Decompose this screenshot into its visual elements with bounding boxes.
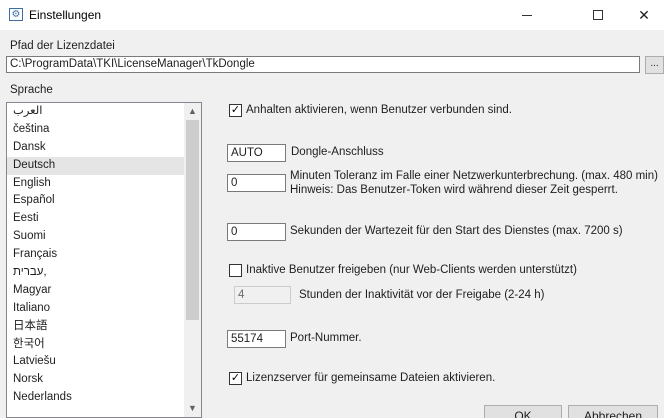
close-button[interactable]: ✕ (624, 0, 664, 30)
language-scrollbar[interactable]: ▲ ▼ (184, 103, 201, 417)
shared-files-server-label: Lizenzserver für gemeinsame Dateien akti… (246, 372, 496, 384)
minimize-icon (522, 14, 532, 16)
language-list-item[interactable]: עברית, (7, 264, 201, 282)
license-path-input[interactable]: C:\ProgramData\TKI\LicenseManager\TkDong… (6, 56, 640, 73)
language-list-item[interactable]: Italiano (7, 300, 201, 318)
language-list-item[interactable]: العرب (7, 103, 201, 121)
maximize-icon (593, 10, 603, 20)
minimize-button[interactable] (504, 0, 550, 30)
port-field[interactable]: 55174 (227, 330, 286, 348)
scroll-down-icon[interactable]: ▼ (184, 400, 201, 417)
language-list-item[interactable]: Français (7, 246, 201, 264)
checkmark-icon: ✓ (230, 104, 241, 116)
language-list-item[interactable]: čeština (7, 121, 201, 139)
browse-button[interactable]: ... (645, 56, 664, 74)
language-list[interactable]: العرب čeština Dansk Deutsch English Español Ee… (6, 102, 202, 418)
service-wait-field[interactable]: 0 (227, 223, 286, 241)
cancel-button[interactable]: Abbrechen (568, 405, 658, 418)
language-list-item[interactable]: Magyar (7, 282, 201, 300)
title-bar: ⚙ Einstellungen ✕ (0, 0, 664, 30)
release-inactive-label: Inaktive Benutzer freigeben (nur Web-Cli… (246, 264, 577, 276)
scroll-thumb[interactable] (186, 120, 199, 320)
language-label: Sprache (10, 84, 53, 96)
tolerance-field[interactable]: 0 (227, 174, 286, 192)
service-wait-label: Sekunden der Wartezeit für den Start des… (290, 225, 623, 237)
language-items: العرب čeština Dansk Deutsch English Español Ee… (7, 103, 201, 407)
language-list-item[interactable]: Norsk (7, 371, 201, 389)
checkmark-icon: ✓ (230, 372, 241, 384)
ok-button[interactable]: OK (484, 405, 562, 418)
language-list-item[interactable]: Nederlands (7, 389, 201, 407)
language-list-item[interactable]: Suomi (7, 228, 201, 246)
close-icon: ✕ (638, 6, 650, 23)
language-list-item[interactable]: Español (7, 192, 201, 210)
inactivity-hours-label: Stunden der Inaktivität vor der Freigabe… (299, 289, 545, 301)
tolerance-label: Minuten Toleranz im Falle einer Netzwerk… (290, 170, 658, 182)
tolerance-hint: Hinweis: Das Benutzer-Token wird während… (290, 184, 618, 196)
port-label: Port-Nummer. (290, 332, 362, 344)
language-list-item[interactable]: Deutsch (7, 156, 201, 175)
inactivity-hours-field[interactable]: 4 (234, 286, 291, 304)
maximize-button[interactable] (575, 0, 621, 30)
window-title: Einstellungen (29, 8, 102, 22)
license-path-label: Pfad der Lizenzdatei (10, 40, 115, 52)
stop-when-connected-checkbox[interactable]: ✓ (229, 104, 242, 117)
scroll-up-icon[interactable]: ▲ (184, 103, 201, 120)
language-list-item[interactable]: Eesti (7, 210, 201, 228)
dongle-port-label: Dongle-Anschluss (291, 146, 384, 158)
settings-app-icon: ⚙ (9, 8, 23, 21)
language-list-item[interactable]: 한국어 (7, 336, 201, 354)
release-inactive-checkbox[interactable] (229, 264, 242, 277)
dongle-port-field[interactable]: AUTO (227, 144, 286, 162)
language-list-item[interactable]: Dansk (7, 139, 201, 157)
stop-when-connected-label: Anhalten aktivieren, wenn Benutzer verbu… (246, 104, 512, 116)
language-list-item[interactable]: English (7, 175, 201, 193)
language-list-item[interactable]: 日本語 (7, 318, 201, 336)
shared-files-server-checkbox[interactable]: ✓ (229, 372, 242, 385)
language-list-item[interactable]: Latviešu (7, 353, 201, 371)
